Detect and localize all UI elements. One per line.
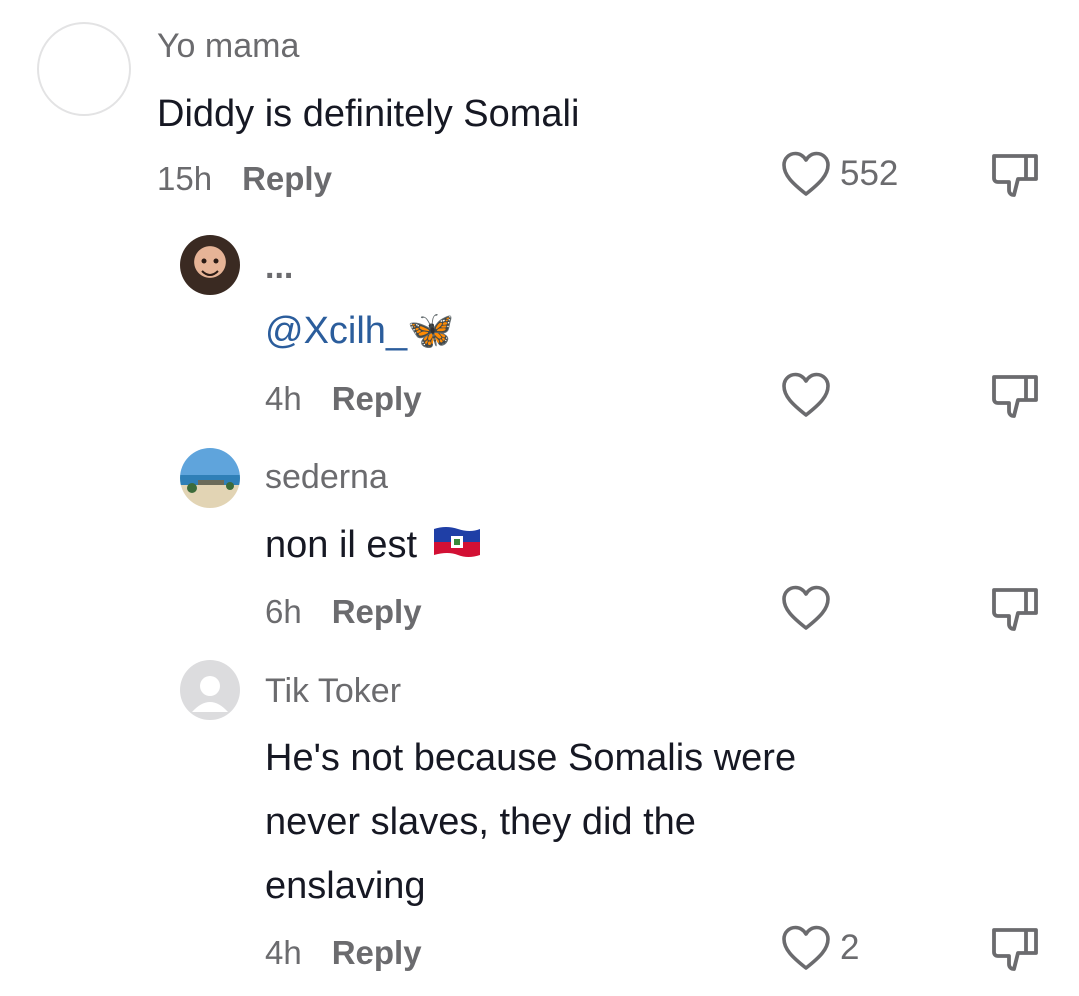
comment-text-body: non il est <box>265 524 418 566</box>
comment-username[interactable]: ... <box>265 248 293 287</box>
heart-icon <box>782 585 830 630</box>
comment-username[interactable]: sederna <box>265 458 388 497</box>
like-button[interactable]: 2 <box>780 924 859 972</box>
comment-text: non il est 🇭🇹 <box>265 513 482 579</box>
like-button[interactable]: 552 <box>780 150 898 198</box>
default-user-icon <box>192 676 228 712</box>
mention-link[interactable]: @Xcilh_ <box>265 310 407 352</box>
reply-button[interactable]: Reply <box>242 160 332 198</box>
comment-username[interactable]: Yo mama <box>157 27 299 66</box>
dislike-button[interactable] <box>990 372 1040 427</box>
avatar-yo-mama[interactable] <box>37 22 131 116</box>
thumbs-down-icon <box>992 928 1038 971</box>
avatar-user-photo[interactable] <box>180 235 240 295</box>
comment-text: Diddy is definitely Somali <box>157 93 580 135</box>
haiti-flag-icon <box>433 526 480 557</box>
avatar-default[interactable] <box>180 660 240 720</box>
comment-text: @Xcilh_🦋 <box>265 299 454 363</box>
comment-meta: 15h Reply <box>157 160 332 198</box>
dislike-button[interactable] <box>990 925 1040 980</box>
face-icon <box>201 258 219 276</box>
comment-time: 6h <box>265 593 302 630</box>
beach-scene-icon <box>187 480 234 493</box>
like-button[interactable] <box>780 584 840 632</box>
reply-button[interactable]: Reply <box>332 593 422 631</box>
comment-text-line-1: He's not because Somalis were <box>265 737 797 779</box>
comment-time: 4h <box>265 934 302 971</box>
dislike-button[interactable] <box>990 151 1040 206</box>
like-count: 552 <box>840 154 899 193</box>
thumbs-down-icon <box>992 588 1038 631</box>
heart-icon <box>782 151 830 196</box>
avatar-beach-photo[interactable] <box>180 448 240 508</box>
comment-username[interactable]: Tik Toker <box>265 672 401 711</box>
comment-meta: 4h Reply <box>265 380 422 418</box>
dislike-button[interactable] <box>990 585 1040 640</box>
butterfly-emoji: 🦋 <box>407 310 455 352</box>
thumbs-down-icon <box>992 375 1038 418</box>
like-button[interactable] <box>780 371 840 419</box>
heart-icon <box>782 372 830 417</box>
thumbs-down-icon <box>992 154 1038 197</box>
comment-meta: 6h Reply <box>265 593 422 631</box>
heart-icon <box>782 925 830 970</box>
comment-time: 4h <box>265 380 302 417</box>
reply-button[interactable]: Reply <box>332 934 422 972</box>
comment-text-line-3: enslaving <box>265 865 426 907</box>
comment-time: 15h <box>157 160 213 197</box>
reply-button[interactable]: Reply <box>332 380 422 418</box>
like-count: 2 <box>840 928 860 967</box>
comment-text-line-2: never slaves, they did the <box>265 801 696 843</box>
comment-meta: 4h Reply <box>265 934 422 972</box>
haiti-flag-emoji: 🇭🇹 <box>432 515 482 579</box>
